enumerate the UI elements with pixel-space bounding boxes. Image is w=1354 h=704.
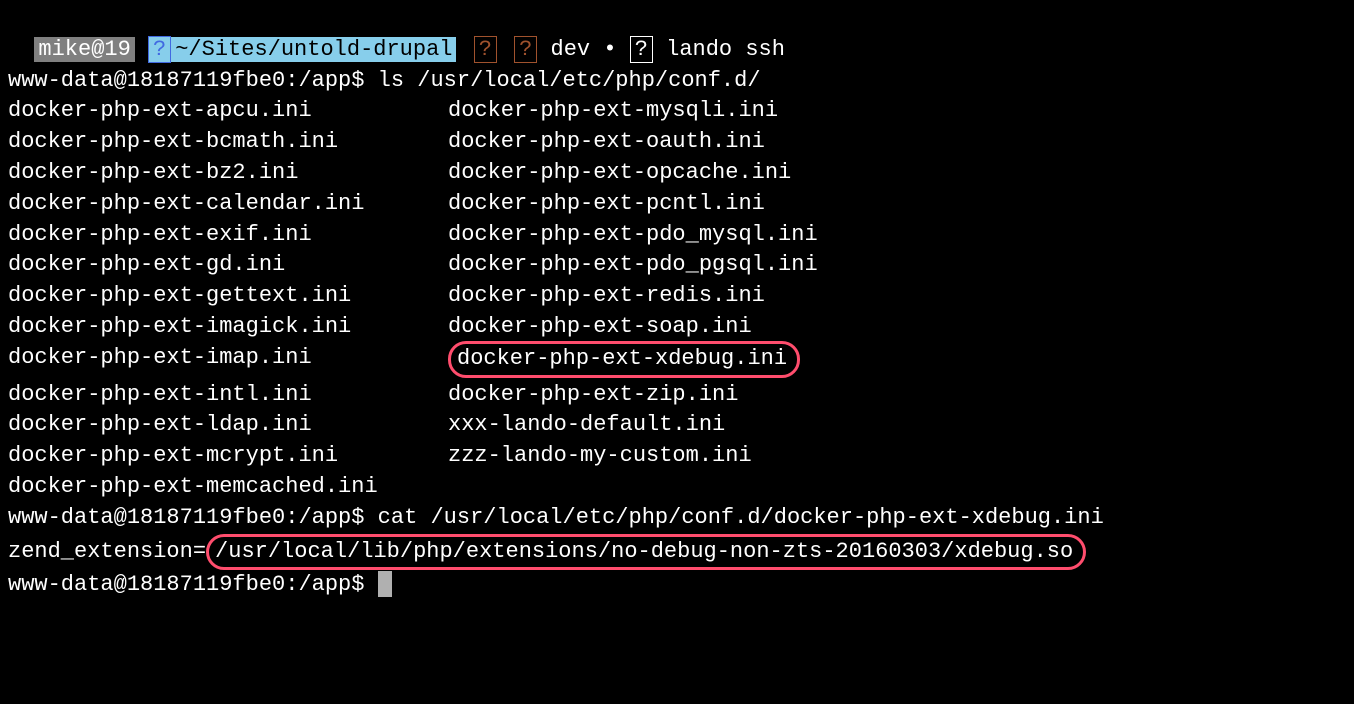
- file-row: docker-php-ext-memcached.ini: [8, 472, 1346, 503]
- status-icon-git2: ?: [514, 36, 537, 63]
- file-item: docker-php-ext-opcache.ini: [448, 158, 791, 189]
- file-item: docker-php-ext-soap.ini: [448, 312, 752, 343]
- status-icon-command: ?: [630, 36, 653, 63]
- output-prefix: zend_extension=: [8, 539, 206, 564]
- file-row: docker-php-ext-exif.inidocker-php-ext-pd…: [8, 220, 1346, 251]
- file-item: docker-php-ext-mysqli.ini: [448, 96, 778, 127]
- file-row: docker-php-ext-gd.inidocker-php-ext-pdo_…: [8, 250, 1346, 281]
- file-item: docker-php-ext-pdo_mysql.ini: [448, 220, 818, 251]
- status-user-segment: mike@19: [34, 37, 134, 62]
- file-row: docker-php-ext-imap.inidocker-php-ext-xd…: [8, 343, 1346, 380]
- status-command: lando ssh: [666, 37, 785, 62]
- status-dot: •: [603, 37, 616, 62]
- highlighted-xdebug-ini: docker-php-ext-xdebug.ini: [448, 341, 800, 378]
- file-item: docker-php-ext-pcntl.ini: [448, 189, 765, 220]
- file-row: docker-php-ext-ldap.inixxx-lando-default…: [8, 410, 1346, 441]
- status-icon-folder: ?: [148, 36, 171, 63]
- status-branch: dev: [551, 37, 591, 62]
- shell-prompt: www-data@18187119fbe0:/app$: [8, 505, 378, 530]
- file-item: zzz-lando-my-custom.ini: [448, 441, 752, 472]
- file-item: xxx-lando-default.ini: [448, 410, 725, 441]
- shell-command-cat: cat /usr/local/etc/php/conf.d/docker-php…: [378, 505, 1104, 530]
- file-item: docker-php-ext-pdo_pgsql.ini: [448, 250, 818, 281]
- file-row: docker-php-ext-bz2.inidocker-php-ext-opc…: [8, 158, 1346, 189]
- file-item: docker-php-ext-imagick.ini: [8, 312, 448, 343]
- file-row: docker-php-ext-bcmath.inidocker-php-ext-…: [8, 127, 1346, 158]
- cat-output-line: zend_extension=/usr/local/lib/php/extens…: [8, 534, 1346, 571]
- prompt-line-3[interactable]: www-data@18187119fbe0:/app$: [8, 570, 1346, 601]
- shell-command-ls: ls /usr/local/etc/php/conf.d/: [378, 68, 761, 93]
- status-line: mike@19 ?~/Sites/untold-drupal ? ? dev •…: [8, 4, 1346, 66]
- file-item: docker-php-ext-ldap.ini: [8, 410, 448, 441]
- file-row: docker-php-ext-gettext.inidocker-php-ext…: [8, 281, 1346, 312]
- file-row: docker-php-ext-mcrypt.inizzz-lando-my-cu…: [8, 441, 1346, 472]
- file-row: docker-php-ext-calendar.inidocker-php-ex…: [8, 189, 1346, 220]
- file-item: docker-php-ext-exif.ini: [8, 220, 448, 251]
- file-item: docker-php-ext-bz2.ini: [8, 158, 448, 189]
- file-item: docker-php-ext-gd.ini: [8, 250, 448, 281]
- file-item: docker-php-ext-bcmath.ini: [8, 127, 448, 158]
- file-item: docker-php-ext-memcached.ini: [8, 472, 448, 503]
- file-item: docker-php-ext-mcrypt.ini: [8, 441, 448, 472]
- file-item: docker-php-ext-imap.ini: [8, 343, 448, 380]
- file-item: docker-php-ext-apcu.ini: [8, 96, 448, 127]
- status-path-segment: ~/Sites/untold-drupal: [171, 37, 456, 62]
- shell-prompt: www-data@18187119fbe0:/app$: [8, 68, 378, 93]
- file-item: docker-php-ext-redis.ini: [448, 281, 765, 312]
- prompt-line-1: www-data@18187119fbe0:/app$ ls /usr/loca…: [8, 66, 1346, 97]
- shell-prompt: www-data@18187119fbe0:/app$: [8, 572, 378, 597]
- file-item: docker-php-ext-calendar.ini: [8, 189, 448, 220]
- file-item: docker-php-ext-zip.ini: [448, 380, 738, 411]
- file-row: docker-php-ext-intl.inidocker-php-ext-zi…: [8, 380, 1346, 411]
- terminal-cursor: [378, 571, 392, 597]
- file-item: docker-php-ext-intl.ini: [8, 380, 448, 411]
- file-item: docker-php-ext-xdebug.ini: [448, 343, 800, 380]
- highlighted-extension-path: /usr/local/lib/php/extensions/no-debug-n…: [206, 534, 1086, 571]
- prompt-line-2: www-data@18187119fbe0:/app$ cat /usr/loc…: [8, 503, 1346, 534]
- status-icon-git1: ?: [474, 36, 497, 63]
- file-item: docker-php-ext-oauth.ini: [448, 127, 765, 158]
- file-listing: docker-php-ext-apcu.inidocker-php-ext-my…: [8, 96, 1346, 502]
- file-row: docker-php-ext-apcu.inidocker-php-ext-my…: [8, 96, 1346, 127]
- file-row: docker-php-ext-imagick.inidocker-php-ext…: [8, 312, 1346, 343]
- file-item: docker-php-ext-gettext.ini: [8, 281, 448, 312]
